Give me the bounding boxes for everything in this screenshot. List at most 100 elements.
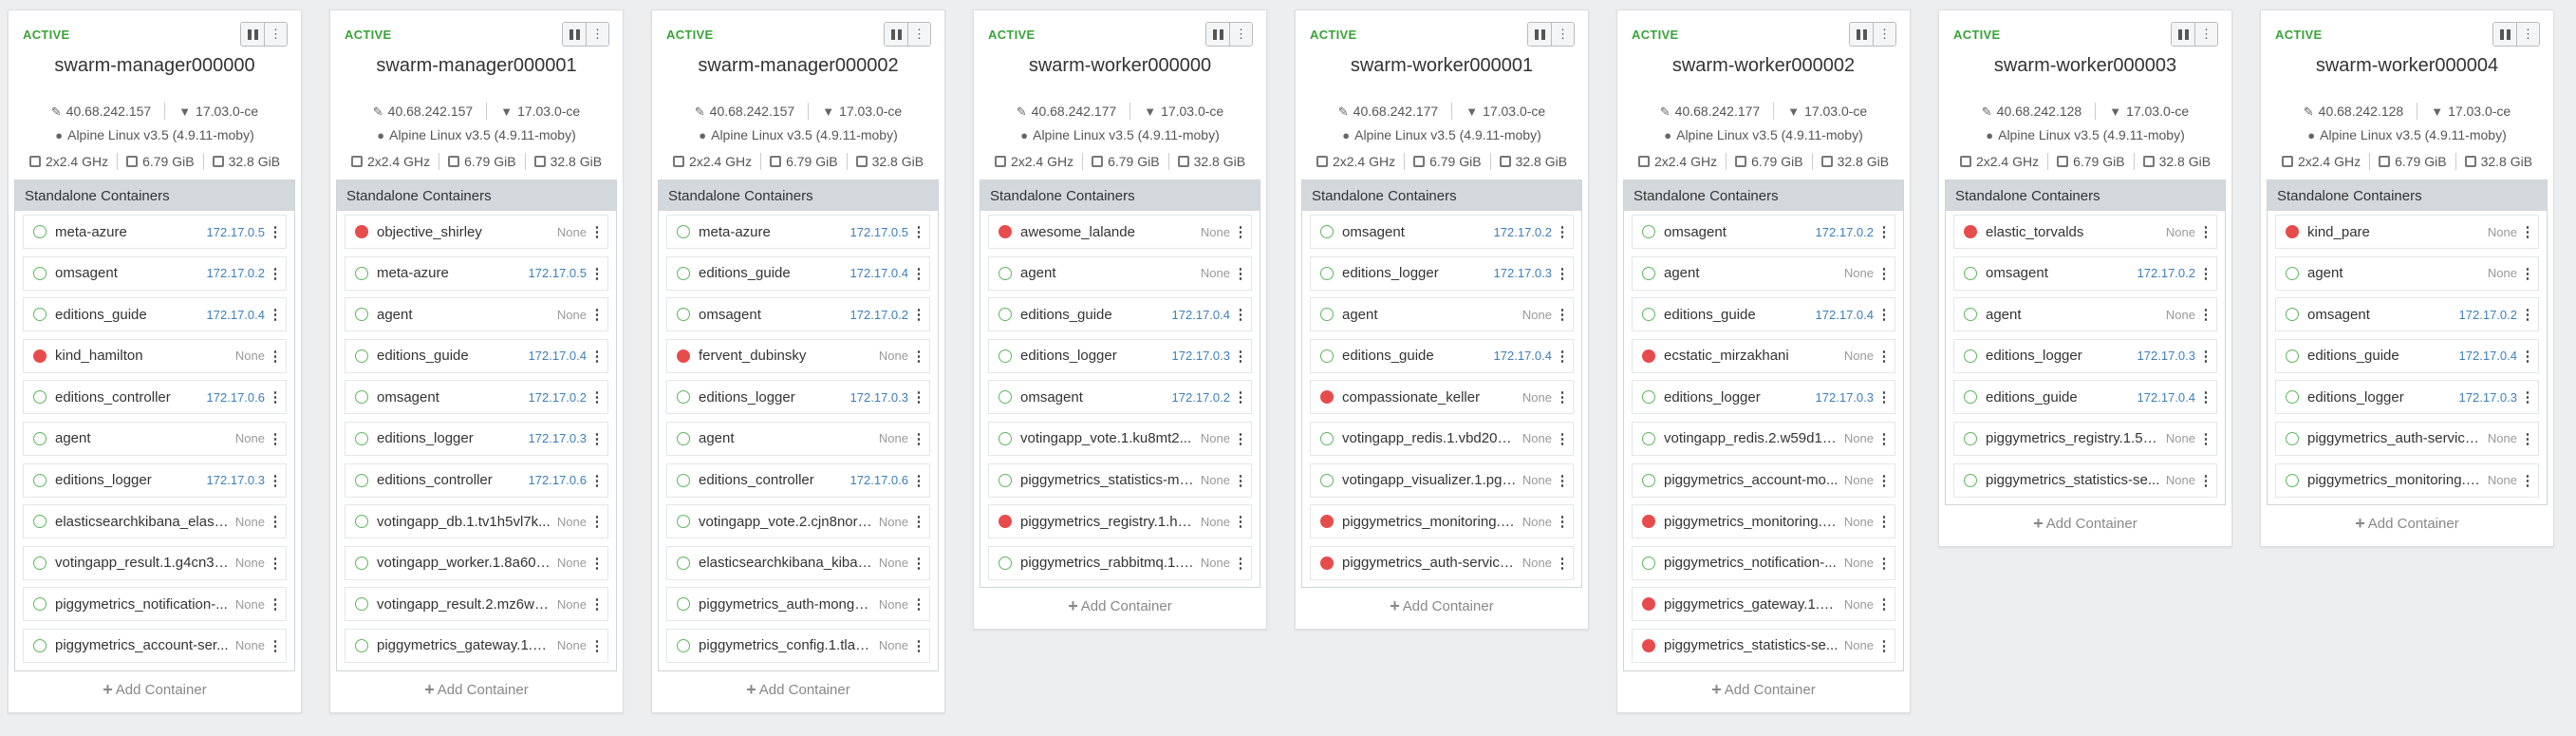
container-menu-icon[interactable]: ⋮: [587, 513, 607, 530]
container-name[interactable]: votingapp_worker.1.8a60q...: [377, 555, 551, 571]
container-row[interactable]: editions_logger 172.17.0.3 ⋮: [1632, 380, 1895, 415]
container-menu-icon[interactable]: ⋮: [2517, 430, 2538, 447]
container-menu-icon[interactable]: ⋮: [908, 472, 929, 489]
container-name[interactable]: elasticsearchkibana_kiban...: [699, 555, 873, 571]
container-menu-icon[interactable]: ⋮: [908, 265, 929, 282]
container-name[interactable]: editions_controller: [377, 472, 523, 488]
container-name[interactable]: agent: [1020, 265, 1195, 281]
container-menu-icon[interactable]: ⋮: [908, 637, 929, 654]
container-name[interactable]: votingapp_result.2.mz6wo...: [377, 596, 551, 613]
container-row[interactable]: piggymetrics_config.1.tlas... None ⋮: [666, 628, 930, 663]
container-menu-icon[interactable]: ⋮: [265, 430, 286, 447]
container-row[interactable]: omsagent 172.17.0.2 ⋮: [23, 255, 287, 291]
container-menu-icon[interactable]: ⋮: [587, 348, 607, 365]
container-name[interactable]: agent: [2307, 265, 2482, 281]
container-menu-icon[interactable]: ⋮: [1230, 306, 1251, 323]
node-menu-button[interactable]: ⋮: [586, 23, 608, 46]
container-menu-icon[interactable]: ⋮: [1552, 513, 1573, 530]
container-row[interactable]: editions_logger 172.17.0.3 ⋮: [666, 380, 930, 415]
container-menu-icon[interactable]: ⋮: [908, 306, 929, 323]
container-menu-icon[interactable]: ⋮: [2195, 306, 2216, 323]
container-name[interactable]: piggymetrics_monitoring.1...: [1342, 514, 1517, 530]
pause-node-button[interactable]: [1206, 23, 1229, 46]
container-menu-icon[interactable]: ⋮: [265, 265, 286, 282]
pause-node-button[interactable]: [563, 23, 586, 46]
container-name[interactable]: editions_guide: [699, 265, 845, 281]
container-row[interactable]: piggymetrics_account-mo... None ⋮: [1632, 462, 1895, 498]
container-menu-icon[interactable]: ⋮: [1230, 513, 1251, 530]
container-name[interactable]: piggymetrics_registry.1.5k...: [1986, 430, 2160, 446]
container-row[interactable]: editions_logger 172.17.0.3 ⋮: [345, 421, 608, 456]
container-name[interactable]: piggymetrics_gateway.1.g...: [377, 637, 551, 653]
container-name[interactable]: kind_hamilton: [55, 348, 230, 364]
container-menu-icon[interactable]: ⋮: [587, 388, 607, 406]
container-name[interactable]: editions_logger: [2307, 389, 2454, 406]
container-name[interactable]: piggymetrics_auth-service...: [1342, 555, 1517, 571]
container-name[interactable]: editions_logger: [699, 389, 845, 406]
container-row[interactable]: piggymetrics_statistics-mo... None ⋮: [988, 462, 1252, 498]
container-menu-icon[interactable]: ⋮: [587, 595, 607, 613]
container-menu-icon[interactable]: ⋮: [1874, 555, 1895, 572]
container-menu-icon[interactable]: ⋮: [587, 472, 607, 489]
container-menu-icon[interactable]: ⋮: [1874, 265, 1895, 282]
container-row[interactable]: votingapp_visualizer.1.pg7... None ⋮: [1310, 462, 1574, 498]
container-name[interactable]: agent: [1342, 307, 1517, 323]
container-name[interactable]: omsagent: [2307, 307, 2454, 323]
container-row[interactable]: editions_logger 172.17.0.3 ⋮: [1310, 255, 1574, 291]
container-row[interactable]: votingapp_redis.1.vbd204... None ⋮: [1310, 421, 1574, 456]
add-container-button[interactable]: + Add Container: [9, 671, 301, 712]
container-menu-icon[interactable]: ⋮: [265, 555, 286, 572]
container-name[interactable]: omsagent: [1986, 265, 2132, 281]
container-menu-icon[interactable]: ⋮: [265, 306, 286, 323]
container-row[interactable]: piggymetrics_monitoring.1... None ⋮: [1632, 504, 1895, 539]
container-name[interactable]: omsagent: [1020, 389, 1167, 406]
container-name[interactable]: editions_guide: [1986, 389, 2132, 406]
container-row[interactable]: editions_guide 172.17.0.4 ⋮: [1632, 297, 1895, 332]
container-name[interactable]: editions_guide: [2307, 348, 2454, 364]
container-row[interactable]: agent None ⋮: [988, 255, 1252, 291]
container-menu-icon[interactable]: ⋮: [265, 513, 286, 530]
container-row[interactable]: editions_logger 172.17.0.3 ⋮: [1953, 338, 2217, 373]
container-name[interactable]: editions_guide: [1664, 307, 1810, 323]
node-menu-button[interactable]: ⋮: [2516, 23, 2539, 46]
container-name[interactable]: piggymetrics_rabbitmq.1.n...: [1020, 555, 1195, 571]
container-name[interactable]: meta-azure: [699, 224, 845, 240]
container-name[interactable]: piggymetrics_gateway.1.k...: [1664, 596, 1839, 613]
container-menu-icon[interactable]: ⋮: [265, 388, 286, 406]
container-name[interactable]: editions_logger: [1664, 389, 1810, 406]
container-menu-icon[interactable]: ⋮: [908, 223, 929, 240]
container-row[interactable]: objective_shirley None ⋮: [345, 215, 608, 249]
pause-node-button[interactable]: [1528, 23, 1551, 46]
container-name[interactable]: piggymetrics_registry.1.h7...: [1020, 514, 1195, 530]
container-name[interactable]: editions_logger: [377, 430, 523, 446]
container-menu-icon[interactable]: ⋮: [587, 637, 607, 654]
node-menu-button[interactable]: ⋮: [1551, 23, 1574, 46]
container-row[interactable]: editions_controller 172.17.0.6 ⋮: [666, 462, 930, 498]
container-name[interactable]: votingapp_vote.1.ku8mt2...: [1020, 430, 1195, 446]
container-row[interactable]: votingapp_vote.1.ku8mt2... None ⋮: [988, 421, 1252, 456]
container-row[interactable]: editions_guide 172.17.0.4 ⋮: [345, 338, 608, 373]
container-row[interactable]: piggymetrics_monitoring.1... None ⋮: [2275, 462, 2539, 498]
container-row[interactable]: piggymetrics_gateway.1.g... None ⋮: [345, 628, 608, 663]
container-name[interactable]: agent: [377, 307, 551, 323]
container-name[interactable]: piggymetrics_auth-service...: [2307, 430, 2482, 446]
container-row[interactable]: piggymetrics_auth-mongo... None ⋮: [666, 587, 930, 622]
container-name[interactable]: piggymetrics_notification-...: [55, 596, 230, 613]
container-menu-icon[interactable]: ⋮: [1230, 223, 1251, 240]
container-menu-icon[interactable]: ⋮: [1552, 430, 1573, 447]
container-row[interactable]: omsagent 172.17.0.2 ⋮: [345, 380, 608, 415]
container-menu-icon[interactable]: ⋮: [1230, 348, 1251, 365]
container-row[interactable]: votingapp_result.1.g4cn3r... None ⋮: [23, 545, 287, 580]
container-name[interactable]: piggymetrics_notification-...: [1664, 555, 1839, 571]
container-name[interactable]: piggymetrics_auth-mongo...: [699, 596, 873, 613]
container-name[interactable]: editions_logger: [1342, 265, 1488, 281]
container-name[interactable]: votingapp_vote.2.cjn8nor8...: [699, 514, 873, 530]
container-menu-icon[interactable]: ⋮: [908, 555, 929, 572]
container-row[interactable]: piggymetrics_rabbitmq.1.n... None ⋮: [988, 545, 1252, 580]
container-menu-icon[interactable]: ⋮: [1552, 472, 1573, 489]
container-row[interactable]: piggymetrics_account-ser... None ⋮: [23, 628, 287, 663]
container-menu-icon[interactable]: ⋮: [1874, 637, 1895, 654]
container-row[interactable]: editions_guide 172.17.0.4 ⋮: [23, 297, 287, 332]
container-menu-icon[interactable]: ⋮: [1230, 472, 1251, 489]
container-name[interactable]: compassionate_keller: [1342, 389, 1517, 406]
